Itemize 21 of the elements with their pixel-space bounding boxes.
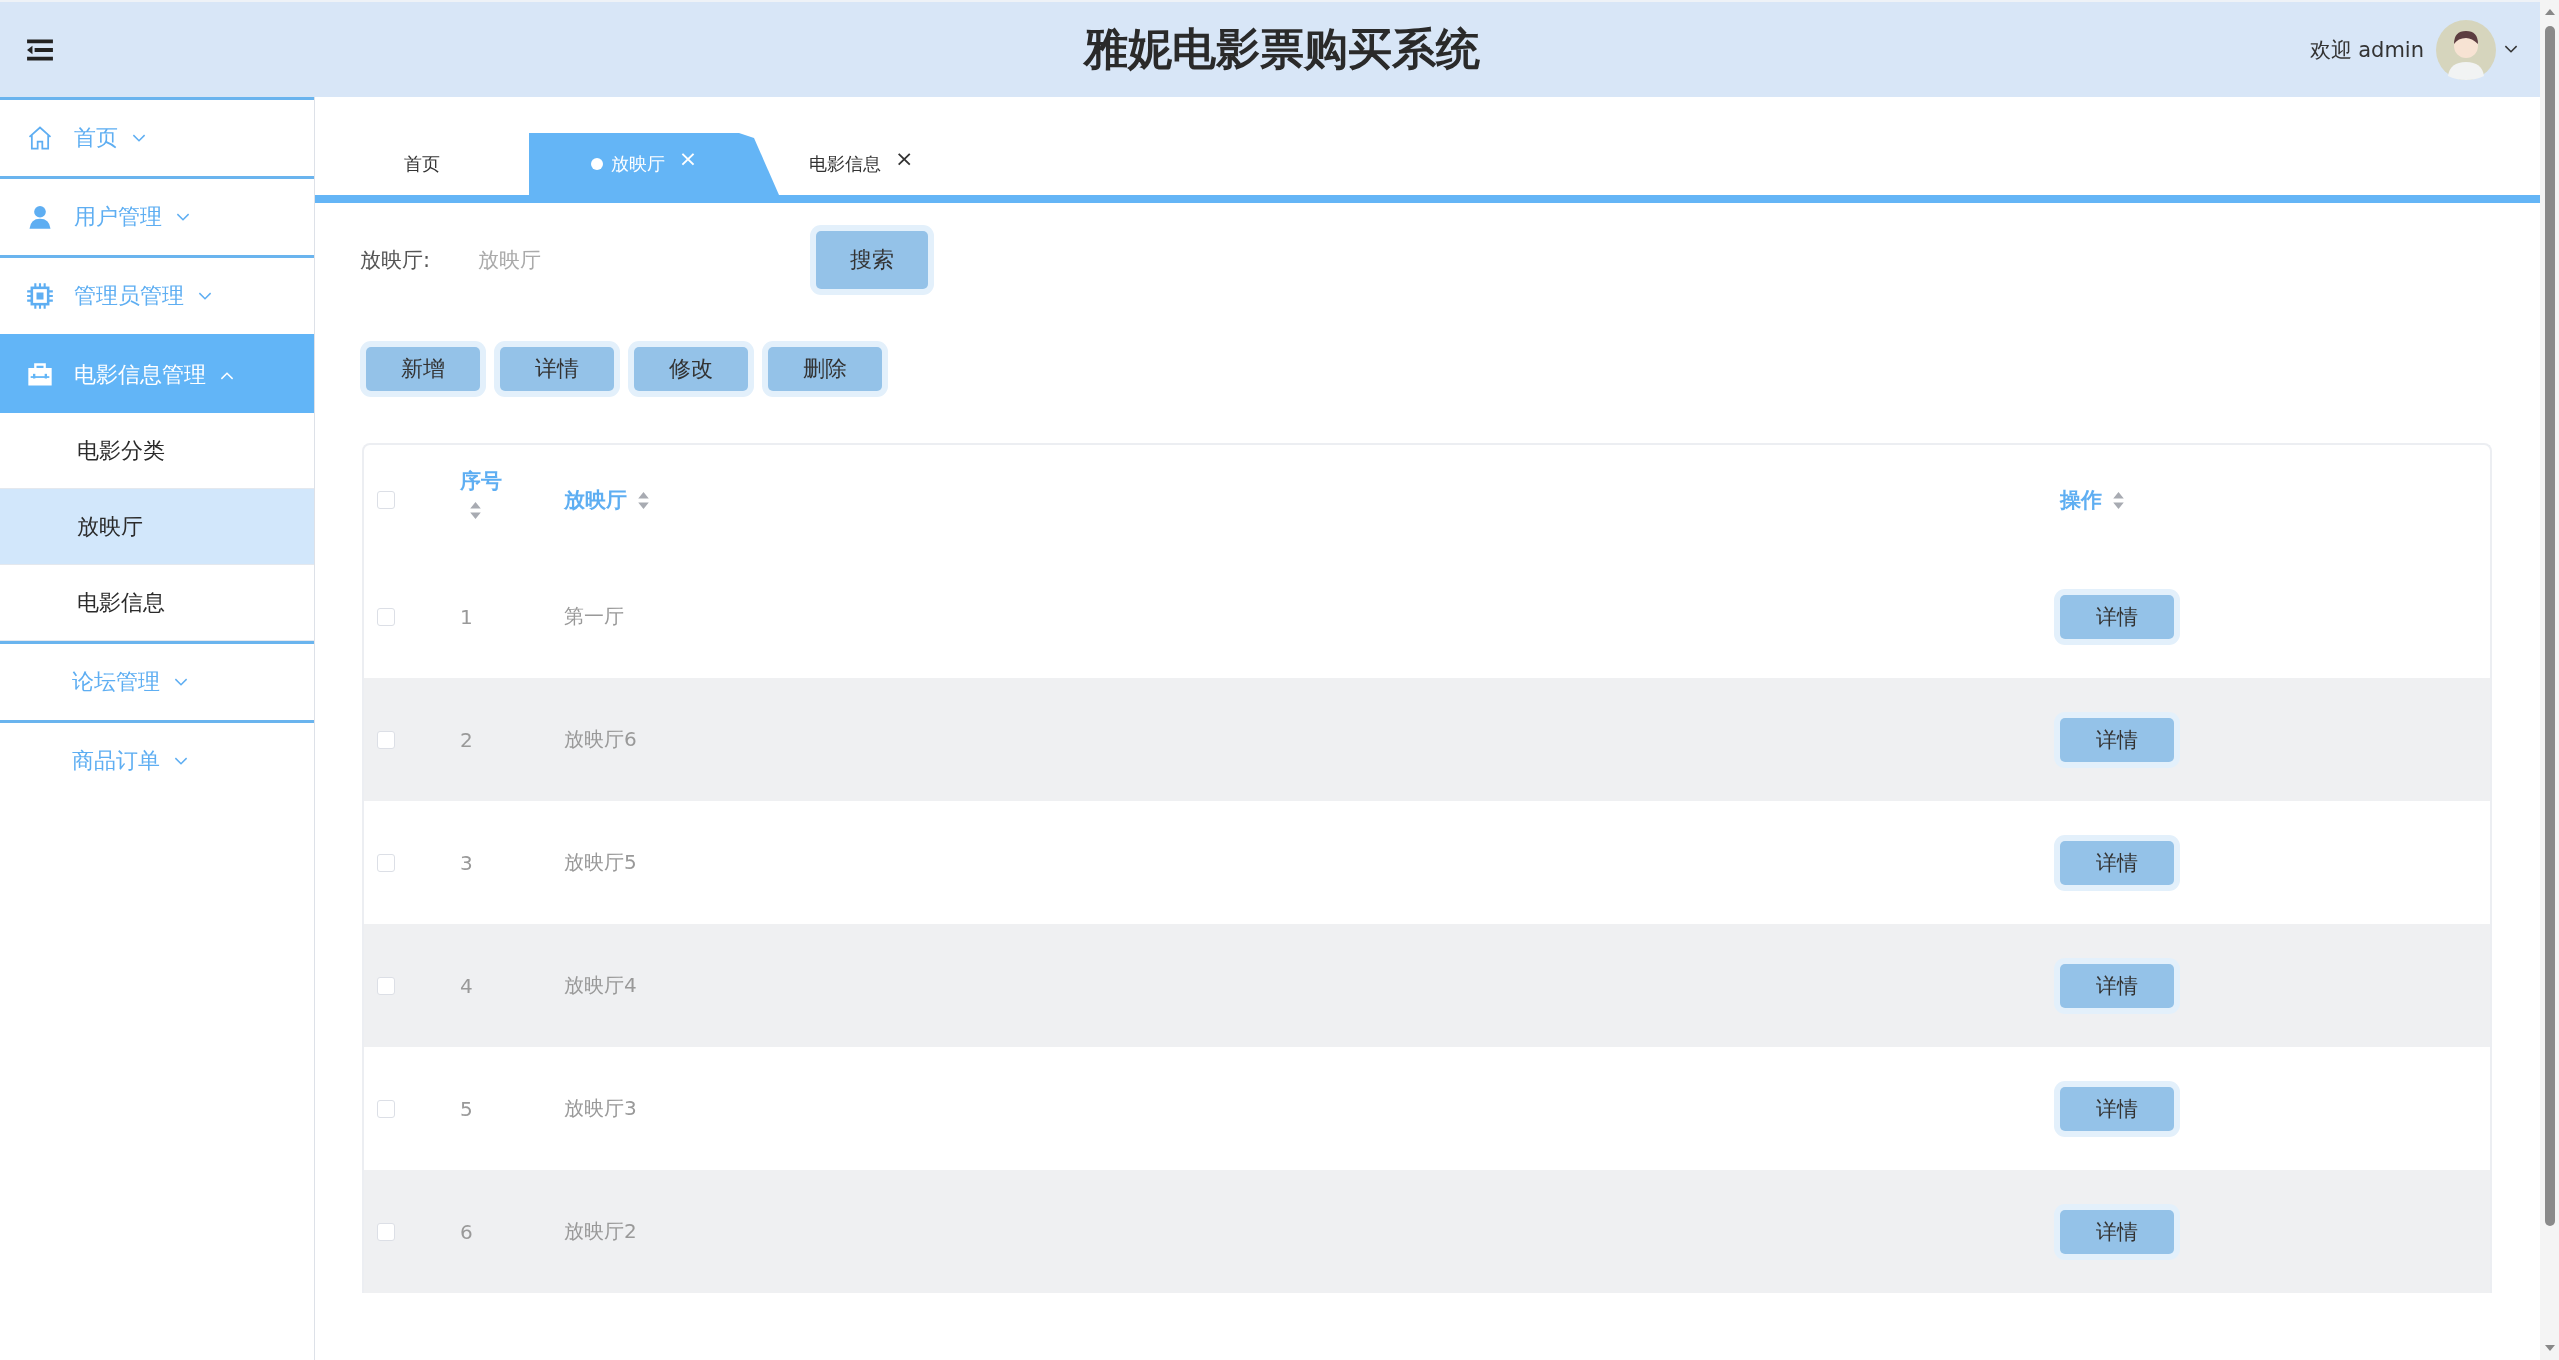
table-cell-text: 3 [460, 850, 474, 875]
table-cell-text: 放映厅3 [564, 1095, 638, 1122]
table-cell-text: 6 [460, 1219, 474, 1244]
tab[interactable]: 电影信息 × [779, 133, 944, 195]
table-cell-text: 5 [460, 1096, 474, 1121]
table-cell-text: 放映厅4 [564, 972, 638, 999]
app-title: 雅妮电影票购买系统 [1082, 22, 1481, 76]
table-cell-text: 放映厅2 [564, 1218, 638, 1245]
table-cell-text: 放映厅5 [564, 849, 638, 876]
welcome-text: 欢迎 admin [2309, 36, 2424, 64]
table-cell-text: 4 [460, 973, 474, 998]
table-cell-text: 2 [460, 727, 474, 752]
table-cell-text: 放映厅6 [564, 726, 638, 753]
tab[interactable]: 首页 [315, 133, 529, 195]
close-icon[interactable]: × [895, 145, 914, 171]
search-label: 放映厅: [360, 247, 432, 274]
submenu-item[interactable]: 放映厅 [0, 489, 314, 565]
table-cell-text: 1 [460, 604, 474, 629]
search-field[interactable]: 放映厅 [470, 235, 816, 285]
table-cell-text: 第一厅 [564, 603, 625, 630]
submenu-item[interactable]: 电影信息 [0, 565, 314, 641]
